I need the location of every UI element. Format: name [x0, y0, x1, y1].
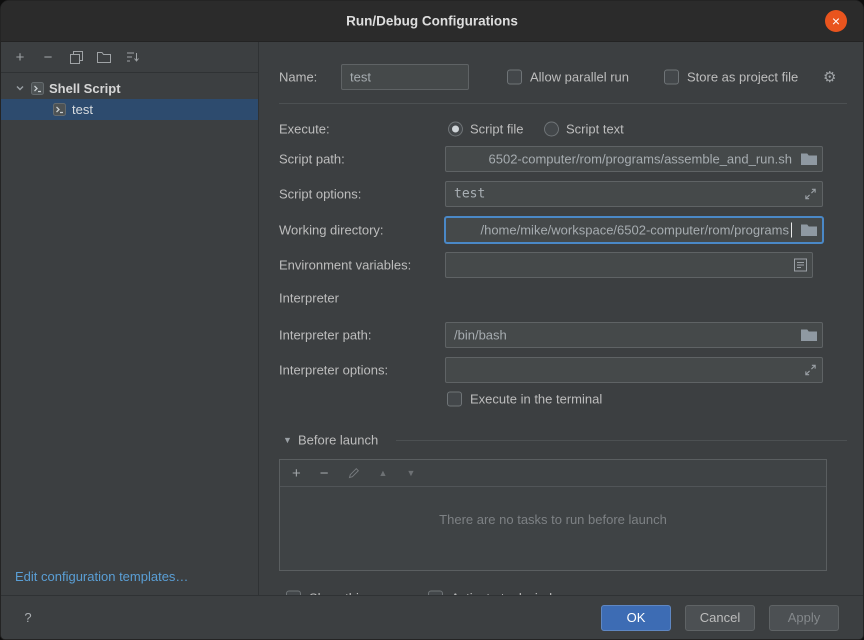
interpreter-path-row: Interpreter path: /bin/bash [260, 322, 863, 348]
execute-in-terminal-label: Execute in the terminal [470, 392, 602, 407]
text-caret [791, 223, 792, 238]
script-path-label: Script path: [279, 152, 345, 167]
before-launch-line [396, 440, 847, 441]
name-label: Name: [279, 70, 317, 85]
shell-script-icon [53, 103, 66, 116]
script-text-radio[interactable] [544, 122, 559, 137]
before-launch-label: Before launch [298, 433, 378, 448]
script-options-value: test [454, 187, 485, 202]
add-task-icon[interactable]: + [292, 466, 301, 481]
window-title: Run/Debug Configurations [1, 14, 863, 29]
expand-icon[interactable] [804, 364, 817, 377]
working-directory-label: Working directory: [279, 223, 384, 238]
configurations-tree: Shell Script test [1, 73, 258, 120]
script-path-input[interactable]: 6502-computer/rom/programs/assemble_and_… [445, 146, 823, 172]
environment-variables-row: Environment variables: [260, 252, 863, 278]
footer-buttons: OK Cancel Apply [601, 605, 839, 631]
interpreter-path-value: /bin/bash [454, 328, 507, 343]
variables-list-icon[interactable] [794, 259, 807, 272]
interpreter-path-label: Interpreter path: [279, 328, 372, 343]
tree-item-label: test [72, 102, 93, 117]
sort-configurations-icon[interactable] [125, 51, 139, 63]
script-file-radio[interactable] [448, 122, 463, 137]
tree-group-label: Shell Script [49, 81, 121, 96]
store-as-project-file-checkbox[interactable] [664, 70, 679, 85]
cancel-button[interactable]: Cancel [685, 605, 755, 631]
config-form: Name: test Allow parallel run Store as p… [260, 42, 863, 596]
working-directory-value: /home/mike/workspace/6502-computer/rom/p… [480, 223, 792, 238]
execute-row: Execute: Script file Script text [260, 116, 863, 142]
script-file-label: Script file [470, 122, 523, 137]
sidebar-toolbar: + − [1, 42, 258, 73]
new-folder-icon[interactable] [97, 51, 111, 63]
script-text-label: Script text [566, 122, 624, 137]
script-options-row: Script options: test [260, 181, 863, 207]
allow-parallel-run-checkbox[interactable] [507, 70, 522, 85]
script-options-label: Script options: [279, 187, 361, 202]
before-launch-toolbar: + − ▲ ▼ [280, 460, 826, 487]
shell-script-icon [31, 82, 44, 95]
remove-task-icon[interactable]: − [320, 466, 329, 481]
gear-icon[interactable]: ⚙ [823, 68, 836, 86]
allow-parallel-run-label: Allow parallel run [530, 70, 629, 85]
run-debug-configurations-dialog: Run/Debug Configurations × + − [0, 0, 864, 640]
move-down-icon[interactable]: ▼ [406, 469, 415, 478]
execute-in-terminal-checkbox[interactable] [447, 392, 462, 407]
browse-folder-icon[interactable] [801, 224, 817, 237]
interpreter-path-input[interactable]: /bin/bash [445, 322, 823, 348]
script-path-row: Script path: 6502-computer/rom/programs/… [260, 146, 863, 172]
environment-variables-input[interactable] [445, 252, 813, 278]
tree-group-shell-script[interactable]: Shell Script [1, 77, 258, 99]
title-bar[interactable]: Run/Debug Configurations × [1, 1, 863, 42]
help-icon: ? [24, 610, 31, 625]
edit-task-icon[interactable] [348, 467, 360, 479]
remove-configuration-icon[interactable]: − [41, 50, 55, 65]
interpreter-section-label: Interpreter [279, 291, 339, 306]
before-launch-empty-message: There are no tasks to run before launch [280, 512, 826, 527]
interpreter-options-input[interactable] [445, 357, 823, 383]
chevron-down-icon[interactable] [15, 83, 26, 93]
execute-label: Execute: [279, 122, 330, 137]
separator [279, 103, 847, 104]
tree-item-test[interactable]: test [1, 99, 258, 120]
working-directory-input[interactable]: /home/mike/workspace/6502-computer/rom/p… [445, 217, 823, 243]
name-row: Name: test Allow parallel run Store as p… [260, 64, 863, 90]
close-icon: × [832, 13, 840, 29]
script-path-value: 6502-computer/rom/programs/assemble_and_… [489, 152, 793, 167]
add-configuration-icon[interactable]: + [13, 50, 27, 65]
working-directory-row: Working directory: /home/mike/workspace/… [260, 217, 863, 243]
browse-folder-icon[interactable] [801, 329, 817, 342]
execute-in-terminal-row: Execute in the terminal [260, 389, 863, 409]
before-launch-panel: + − ▲ ▼ There are no tasks to run before… [279, 459, 827, 571]
collapse-arrow-icon[interactable]: ▼ [283, 435, 292, 445]
environment-variables-label: Environment variables: [279, 258, 411, 273]
copy-configuration-icon[interactable] [69, 51, 83, 64]
interpreter-section-header: Interpreter [260, 288, 863, 308]
apply-button[interactable]: Apply [769, 605, 839, 631]
help-button[interactable]: ? [17, 607, 39, 629]
browse-folder-icon[interactable] [801, 153, 817, 166]
name-value: test [350, 70, 371, 85]
expand-icon[interactable] [804, 188, 817, 201]
close-button[interactable]: × [825, 10, 847, 32]
dialog-footer: ? OK Cancel Apply [1, 595, 863, 639]
store-as-project-file-label: Store as project file [687, 70, 798, 85]
edit-configuration-templates-link[interactable]: Edit configuration templates… [15, 569, 188, 584]
configurations-sidebar: + − [1, 42, 259, 596]
interpreter-options-label: Interpreter options: [279, 363, 388, 378]
move-up-icon[interactable]: ▲ [379, 469, 388, 478]
interpreter-options-row: Interpreter options: [260, 357, 863, 383]
ok-button[interactable]: OK [601, 605, 671, 631]
name-input[interactable]: test [341, 64, 469, 90]
script-options-input[interactable]: test [445, 181, 823, 207]
